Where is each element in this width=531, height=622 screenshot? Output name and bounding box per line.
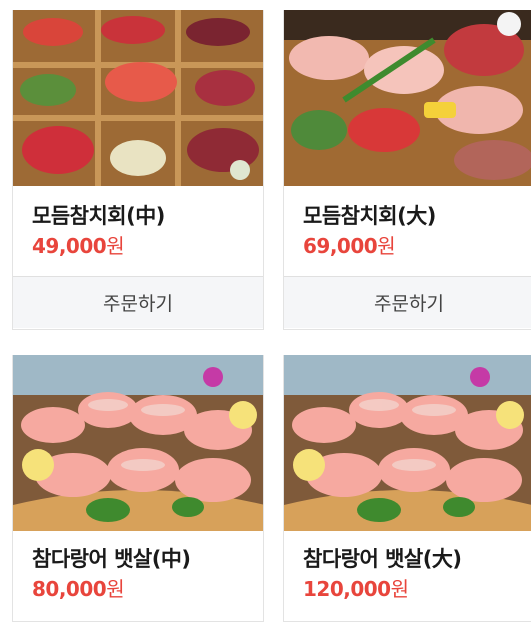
product-card[interactable]: 참다랑어 뱃살(大) 120,000원 (283, 355, 531, 622)
product-price: 69,000원 (303, 233, 531, 259)
product-name[interactable]: 참다랑어 뱃살(中) (32, 546, 263, 572)
price-unit: 원 (106, 577, 125, 601)
price-value: 80,000 (32, 577, 107, 601)
bluefin-belly-photo (13, 355, 263, 531)
tuna-sashimi-platter-photo (284, 10, 531, 186)
product-image[interactable] (284, 355, 531, 531)
price-unit: 원 (377, 234, 396, 258)
price-unit: 원 (390, 577, 409, 601)
product-price: 80,000원 (32, 576, 263, 602)
product-card[interactable]: 참다랑어 뱃살(中) 80,000원 (12, 355, 264, 622)
product-price: 120,000원 (303, 576, 531, 602)
product-name[interactable]: 참다랑어 뱃살(大) (303, 546, 531, 572)
price-value: 120,000 (303, 577, 391, 601)
order-button[interactable]: 주문하기 (13, 276, 263, 328)
product-image[interactable] (13, 10, 263, 186)
product-info: 모듬참치회(中) 49,000원 (13, 186, 263, 276)
price-value: 69,000 (303, 234, 378, 258)
product-info: 모듬참치회(大) 69,000원 (284, 186, 531, 276)
bluefin-belly-photo (284, 355, 531, 531)
product-image[interactable] (284, 10, 531, 186)
product-card[interactable]: 모듬참치회(大) 69,000원 주문하기 (283, 10, 531, 330)
product-info: 참다랑어 뱃살(大) 120,000원 (284, 531, 531, 621)
order-button[interactable]: 주문하기 (284, 276, 531, 328)
tuna-sashimi-box-photo (13, 10, 263, 186)
product-info: 참다랑어 뱃살(中) 80,000원 (13, 531, 263, 621)
product-card[interactable]: 모듬참치회(中) 49,000원 주문하기 (12, 10, 264, 330)
price-value: 49,000 (32, 234, 107, 258)
product-name[interactable]: 모듬참치회(大) (303, 203, 531, 229)
product-price: 49,000원 (32, 233, 263, 259)
price-unit: 원 (106, 234, 125, 258)
product-image[interactable] (13, 355, 263, 531)
product-name[interactable]: 모듬참치회(中) (32, 203, 263, 229)
